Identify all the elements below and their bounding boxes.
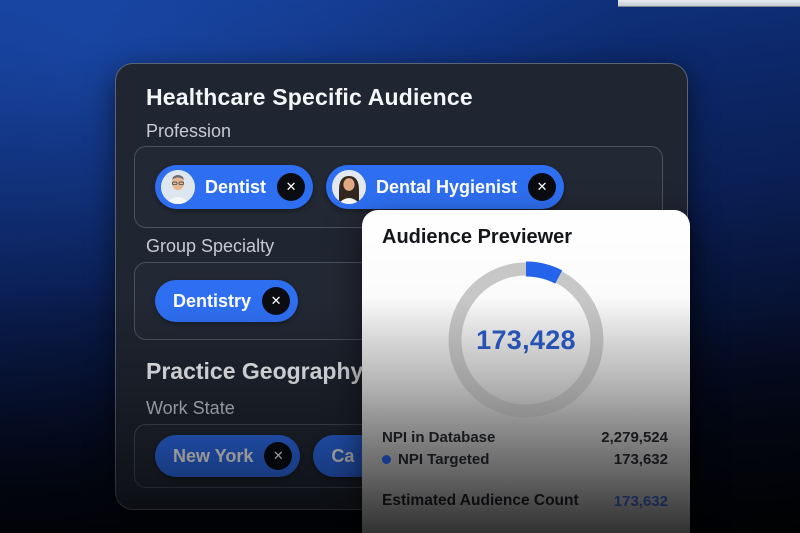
stat-row-npi-database: NPI in Database 2,279,524 [382,426,668,448]
chip-new-york-label: New York [173,446,253,467]
remove-new-york-button[interactable]: ✕ [264,442,292,470]
group-specialty-label: Group Specialty [146,236,274,257]
remove-dentist-button[interactable]: ✕ [277,173,305,201]
page-title: Healthcare Specific Audience [146,84,473,111]
stat-row-npi-targeted: NPI Targeted 173,632 [382,448,668,470]
audience-previewer-card: Audience Previewer 173,428 NPI in Databa… [362,210,690,533]
audience-donut-chart: 173,428 [446,260,606,420]
npi-targeted-value: 173,632 [614,451,668,468]
estimated-count-value: 173,632 [614,493,668,510]
audience-previewer-title: Audience Previewer [382,226,572,249]
practice-geography-title: Practice Geography [146,358,363,385]
chip-ca-label: Ca [331,446,354,467]
window-edge-artifact [618,0,800,7]
dentist-avatar [161,170,195,204]
npi-targeted-text: NPI Targeted [398,451,489,468]
screen: Healthcare Specific Audience Profession … [0,0,800,533]
npi-database-value: 2,279,524 [601,429,668,446]
chip-dentistry[interactable]: Dentistry ✕ [155,280,298,322]
remove-dentistry-button[interactable]: ✕ [262,287,290,315]
stat-row-estimated-count: Estimated Audience Count 173,632 [382,490,668,512]
chip-dentist-label: Dentist [205,177,266,198]
remove-dental-hygienist-button[interactable]: ✕ [528,173,556,201]
targeted-legend-dot-icon [382,455,391,464]
chip-dental-hygienist[interactable]: Dental Hygienist ✕ [326,165,564,209]
npi-database-label: NPI in Database [382,429,495,446]
chip-dentist[interactable]: Dentist ✕ [155,165,313,209]
work-state-label: Work State [146,398,235,419]
estimated-count-label: Estimated Audience Count [382,492,579,510]
npi-targeted-label: NPI Targeted [382,451,489,468]
chip-new-york[interactable]: New York ✕ [155,435,300,477]
chip-dentistry-label: Dentistry [173,291,251,312]
chip-dental-hygienist-label: Dental Hygienist [376,177,517,198]
donut-center-value: 173,428 [446,260,606,420]
dental-hygienist-avatar [332,170,366,204]
stats-panel: NPI in Database 2,279,524 NPI Targeted 1… [382,426,668,512]
profession-label: Profession [146,121,231,142]
